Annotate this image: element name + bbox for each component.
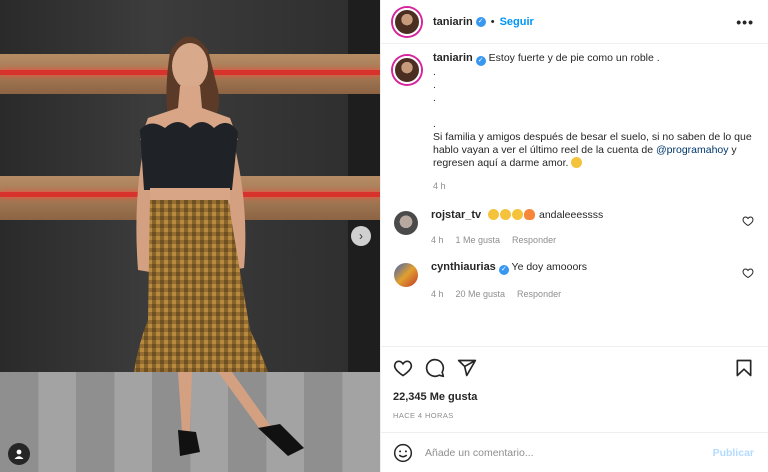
tagged-users-button[interactable] [8, 443, 30, 465]
next-photo-button[interactable]: › [351, 226, 371, 246]
comment-likes[interactable]: 1 Me gusta [456, 235, 501, 245]
fire-icon [524, 209, 536, 220]
emoji-picker-icon[interactable] [393, 443, 413, 463]
verified-badge-icon: ✓ [475, 56, 486, 66]
share-icon[interactable] [457, 358, 477, 378]
avatar[interactable] [394, 263, 418, 287]
caption-dot: . [433, 66, 436, 78]
like-comment-heart-icon[interactable] [742, 267, 754, 279]
avatar[interactable] [394, 211, 418, 235]
woman-figure [134, 36, 304, 456]
caption-dot: . [433, 92, 436, 104]
comment-username[interactable]: rojstar_tv [431, 209, 481, 221]
verified-badge-icon: ✓ [475, 16, 486, 27]
reply-button[interactable]: Responder [517, 289, 561, 299]
post-caption: taniarin ✓ Estoy fuerte y de pie como un … [391, 52, 754, 193]
mention-link[interactable]: @programahoy [656, 144, 729, 156]
likes-count[interactable]: 22,345 Me gusta [393, 391, 754, 403]
heart-eyes-icon [488, 209, 500, 220]
heart-eyes-icon [500, 209, 512, 220]
post-actions: 22,345 Me gusta HACE 4 HORAS [381, 346, 768, 420]
post-details: taniarin ✓ • Seguir ••• taniarin ✓ Estoy … [380, 0, 768, 472]
comment-time[interactable]: 4 h [431, 235, 444, 245]
comment-time[interactable]: 4 h [431, 289, 444, 299]
post-photo[interactable]: › [0, 0, 380, 472]
reply-button[interactable]: Responder [512, 235, 556, 245]
comment-text: andaleeessss [538, 209, 604, 221]
separator-dot: • [490, 15, 495, 28]
post-author-username[interactable]: taniarin [433, 16, 473, 28]
heart-eyes-icon [512, 209, 524, 220]
like-comment-heart-icon[interactable] [742, 215, 754, 227]
grinning-face-icon [571, 157, 583, 168]
caption-time[interactable]: 4 h [433, 180, 754, 193]
comment-icon[interactable] [425, 358, 445, 378]
post-header: taniarin ✓ • Seguir ••• [381, 0, 768, 44]
verified-badge-icon: ✓ [498, 265, 509, 275]
avatar[interactable] [393, 7, 421, 36]
comment-username[interactable]: cynthiaurias [431, 261, 496, 273]
comment-input[interactable] [425, 446, 713, 459]
caption-dot: . [433, 79, 436, 91]
like-heart-icon[interactable] [393, 358, 413, 378]
comment-item: cynthiaurias ✓ Ye doy amooors 4 h 20 Me g… [391, 261, 754, 299]
caption-dot: . [433, 118, 436, 130]
follow-button[interactable]: Seguir [500, 16, 534, 28]
comment-text: Ye doy amooors [511, 261, 588, 273]
caption-line-1: Estoy fuerte y de pie como un roble . [488, 52, 660, 64]
comment-composer: Publicar [381, 432, 768, 472]
comment-likes[interactable]: 20 Me gusta [456, 289, 506, 299]
chevron-right-icon: › [359, 229, 363, 243]
publish-button[interactable]: Publicar [713, 447, 754, 459]
user-icon [14, 449, 24, 459]
comment-item: rojstar_tv andaleeessss 4 h 1 Me gusta R… [391, 209, 754, 245]
more-options-icon[interactable]: ••• [736, 14, 754, 30]
avatar[interactable] [393, 56, 421, 84]
caption-username[interactable]: taniarin [433, 52, 473, 64]
comments-list: taniarin ✓ Estoy fuerte y de pie como un … [381, 44, 768, 346]
bookmark-icon[interactable] [734, 358, 754, 378]
post-timestamp[interactable]: HACE 4 HORAS [393, 411, 754, 420]
